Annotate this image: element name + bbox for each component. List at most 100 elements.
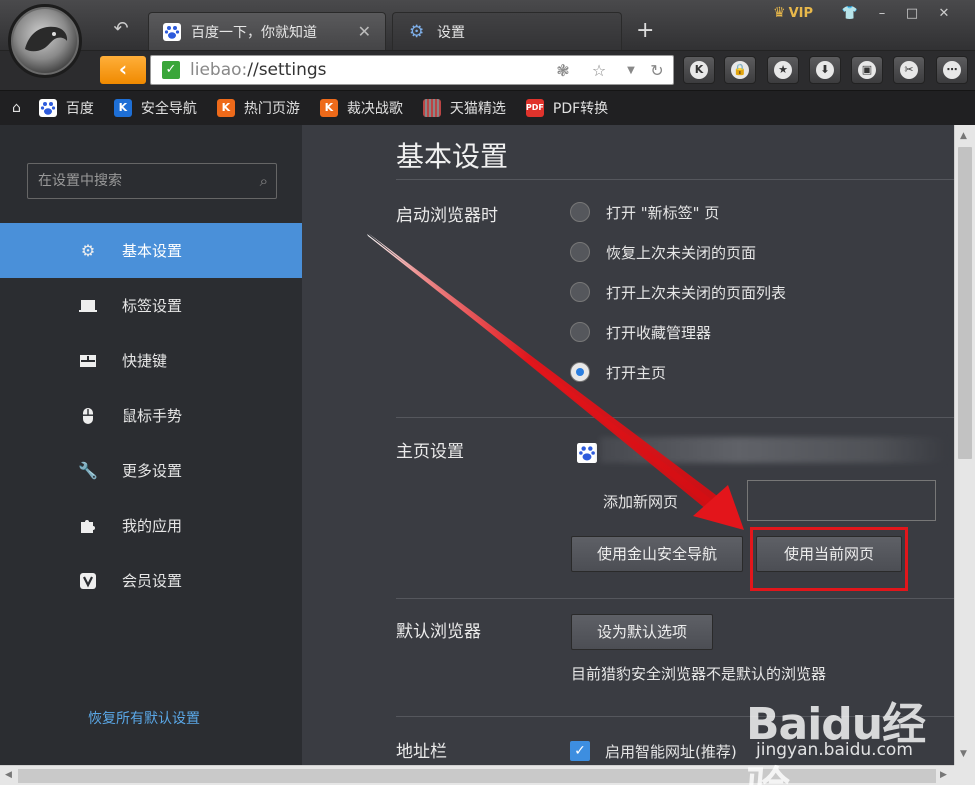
radio-button[interactable] [570,322,590,342]
radio-label: 打开 "新标签" 页 [606,203,720,222]
home-icon[interactable]: ⌂ [12,100,21,116]
tab-close-icon[interactable]: ✕ [358,22,371,41]
minimize-icon[interactable]: – [868,4,896,24]
address-bar[interactable]: ✓ liebao://settings ❃ ☆ ▼ ↻ [150,55,674,85]
sidebar-item-basic[interactable]: ⚙ 基本设置 [0,223,302,278]
vip-badge[interactable]: ♛ VIP [773,5,813,21]
sidebar-item-label: 更多设置 [122,462,183,480]
default-browser-status: 目前猎豹安全浏览器不是默认的浏览器 [571,665,827,683]
smart-url-checkbox[interactable]: ✓ [570,741,590,761]
sidebar-item-apps[interactable]: 我的应用 [0,498,302,553]
history-back-icon[interactable]: ↶ [110,18,132,40]
startup-section-label: 启动浏览器时 [396,206,498,226]
radio-label: 恢复上次未关闭的页面 [606,243,757,262]
sidebar-item-label: 快捷键 [122,352,168,370]
download-toolbar-button[interactable]: ⬇ [809,56,841,84]
baidu-icon [38,99,57,117]
puzzle-icon [78,516,98,536]
vertical-scrollbar[interactable]: ▲ ▼ [954,125,975,765]
sidebar-item-tabs[interactable]: 标签设置 [0,278,302,333]
default-browser-label: 默认浏览器 [396,622,481,642]
new-tab-button[interactable]: + [636,20,654,42]
new-homepage-input[interactable] [747,480,936,521]
more-toolbar-button[interactable]: ⋯ [936,56,968,84]
radio-button[interactable] [570,282,590,302]
bookmark-baidu[interactable]: 百度 [38,98,94,118]
use-kingsoft-nav-button[interactable]: 使用金山安全导航 [571,536,743,572]
smart-url-label: 启用智能网址(推荐) [605,743,737,761]
startup-option-restore[interactable]: 恢复上次未关闭的页面 [570,241,756,263]
radio-label: 打开上次未关闭的页面列表 [606,283,787,302]
skin-shirt-icon[interactable]: 👕 [836,4,864,24]
radio-button[interactable] [570,202,590,222]
navigation-bar: ‹ ✓ liebao://settings ❃ ☆ ▼ ↻ K 🔒 ★ ⬇ ▣ … [0,50,975,90]
startup-option-newtab[interactable]: 打开 "新标签" 页 [570,201,719,223]
tab-baidu[interactable]: 百度一下，你就知道 ✕ [148,12,386,50]
startup-option-homepage[interactable]: 打开主页 [570,361,666,383]
sidebar-item-label: 会员设置 [122,572,183,590]
scissors-toolbar-button[interactable]: ✂ [893,56,925,84]
tab-title: 设置 [437,24,465,41]
sidebar-item-more[interactable]: 🔧 更多设置 [0,443,302,498]
scroll-down-icon[interactable]: ▼ [960,749,967,759]
sidebar-item-label: 基本设置 [122,242,183,260]
vertical-scroll-thumb[interactable] [958,147,972,459]
bookmark-label: 热门页游 [243,101,300,117]
scrollbar-corner [954,765,975,785]
sidebar-item-mouse[interactable]: 鼠标手势 [0,388,302,443]
fan-icon[interactable]: ❃ [553,61,573,81]
scissors-icon: ✂ [900,61,918,79]
crown-icon: ♛ [773,5,786,21]
tab-settings[interactable]: ⚙ 设置 [392,12,622,50]
vip-v-icon [78,571,98,591]
bookmark-label: 天猫精选 [449,101,506,117]
lock-toolbar-button[interactable]: 🔒 [724,56,756,84]
set-default-button[interactable]: 设为默认选项 [571,614,713,650]
bookmark-label: 裁决战歌 [346,101,403,117]
add-page-label: 添加新网页 [603,493,679,511]
refresh-icon[interactable]: ↻ [647,61,667,81]
k-shield-icon: K [113,99,132,117]
k-icon: K [216,99,235,117]
sidebar-item-shortcuts[interactable]: 快捷键 [0,333,302,388]
k-icon: K [690,61,708,79]
radio-button[interactable] [570,242,590,262]
blurred-homepage-url [600,437,946,463]
gear-icon: ⚙ [80,240,96,260]
mouse-icon [78,406,98,426]
bookmark-pdf[interactable]: PDF PDF转换 [525,98,608,118]
tmall-icon [422,99,441,117]
bookmark-hot-games[interactable]: K 热门页游 [216,98,300,118]
dropdown-caret-icon[interactable]: ▼ [621,61,641,81]
page-title: 基本设置 [396,140,509,173]
sidebar-item-label: 我的应用 [122,517,183,535]
back-button[interactable]: ‹ [100,56,146,84]
highlight-box [750,527,908,591]
radio-label: 打开收藏管理器 [606,323,712,342]
star-toolbar-button[interactable]: ★ [767,56,799,84]
baidu-paw-icon [163,22,181,41]
close-window-icon[interactable]: ✕ [930,4,958,24]
sidebar-item-vip[interactable]: 会员设置 [0,553,302,608]
favorite-star-icon[interactable]: ☆ [589,61,609,81]
scroll-left-icon[interactable]: ◀ [5,770,12,780]
bookmarks-bar: ⌂ 百度 K 安全导航 K 热门页游 K 裁决战歌 天猫精选 PDF PDF转换 [0,90,975,125]
bookmark-caijue[interactable]: K 裁决战歌 [319,98,403,118]
watermark-url: jingyan.baidu.com [756,740,913,760]
restore-defaults-link[interactable]: 恢复所有默认设置 [88,708,200,728]
bookmark-safe-nav[interactable]: K 安全导航 [113,98,197,118]
liebao-logo[interactable] [8,4,82,78]
k-toolbar-button[interactable]: K [683,56,715,84]
gamepad-icon: ▣ [858,61,876,79]
maximize-icon[interactable]: □ [898,4,926,24]
radio-button-selected[interactable] [570,362,590,382]
startup-option-list[interactable]: 打开上次未关闭的页面列表 [570,281,786,303]
laptop-icon [78,296,98,316]
title-bar: ↶ 百度一下，你就知道 ✕ ⚙ 设置 + ♛ VIP 👕 – □ ✕ [0,0,975,54]
bookmark-tmall[interactable]: 天猫精选 [422,98,506,118]
game-toolbar-button[interactable]: ▣ [851,56,883,84]
address-url[interactable]: liebao://settings [190,60,327,80]
scroll-up-icon[interactable]: ▲ [960,131,967,141]
settings-search-input[interactable]: 在设置中搜索 ⌕ [27,163,277,199]
startup-option-bookmarks[interactable]: 打开收藏管理器 [570,321,711,343]
